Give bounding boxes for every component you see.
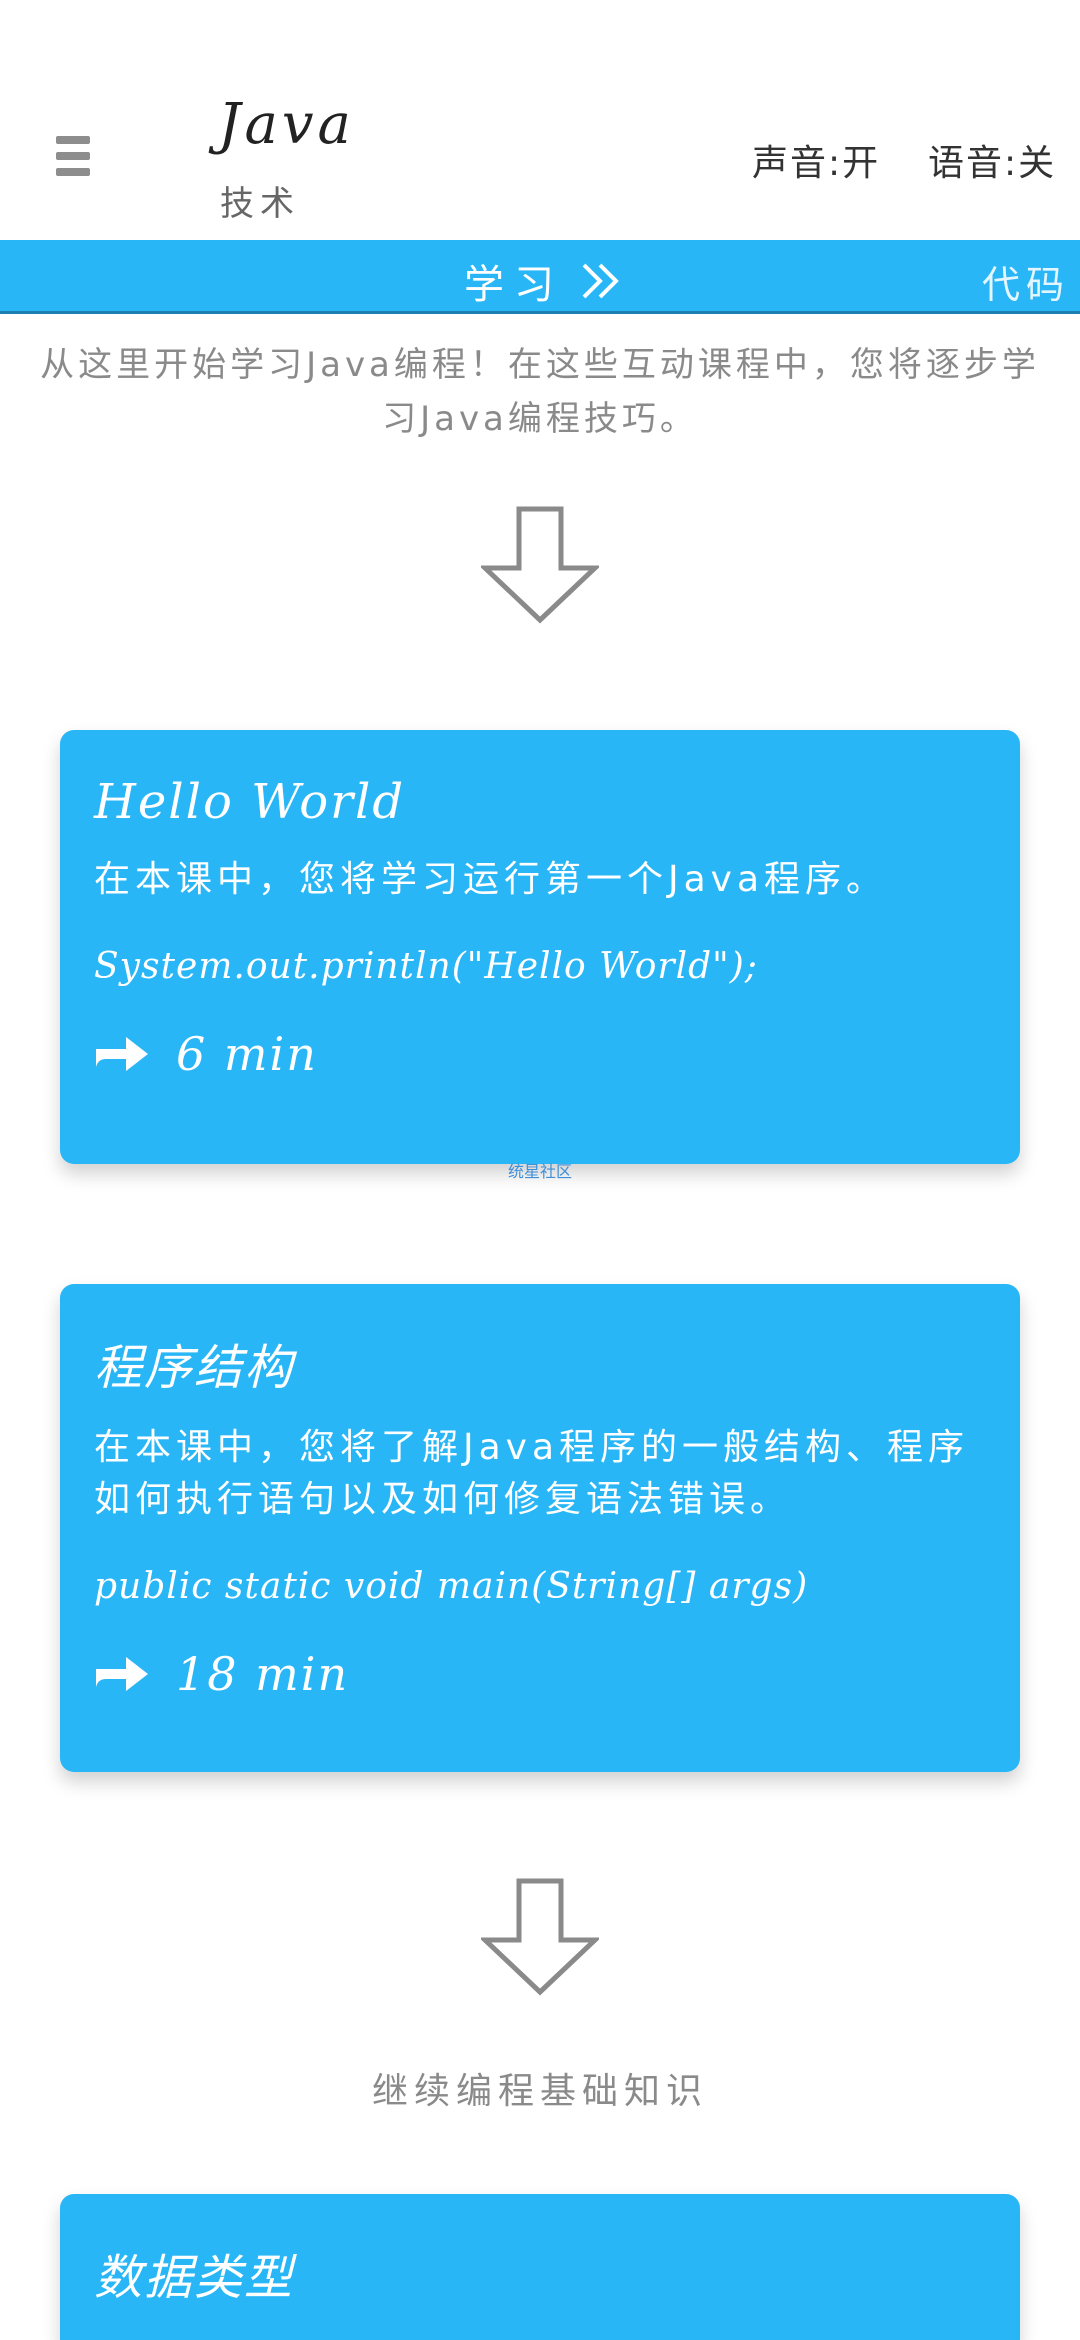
lesson-duration-text: 6 min <box>176 1027 318 1081</box>
lesson-card-data-types[interactable]: 数据类型 <box>60 2194 1020 2340</box>
double-chevron-right-icon <box>582 263 619 299</box>
hamburger-menu-icon[interactable] <box>56 132 92 180</box>
app-subtitle: 技术 <box>220 184 300 224</box>
tab-bar: 学习 代码 <box>0 240 1080 314</box>
lesson-card-program-structure[interactable]: 程序结构 在本课中，您将了解Java程序的一般结构、程序如何执行语句以及如何修复… <box>60 1284 1020 1772</box>
lesson-duration: 6 min <box>94 1027 986 1081</box>
app-header: Java 技术 声音:开 语音:关 <box>0 0 1080 240</box>
sound-toggle[interactable]: 声音:开 <box>752 134 880 186</box>
tab-learn-label: 学习 <box>464 262 564 308</box>
lesson-title: Hello World <box>94 774 406 830</box>
lesson-title: 数据类型 <box>94 2250 295 2306</box>
lesson-description: 在本课中，您将学习运行第一个Java程序。 <box>94 859 888 900</box>
down-arrow-icon <box>481 506 599 624</box>
lesson-description: 在本课中，您将了解Java程序的一般结构、程序如何执行语句以及如何修复语法错误。 <box>94 1427 970 1520</box>
arrow-right-icon <box>96 1657 148 1691</box>
down-arrow-icon <box>481 1878 599 1996</box>
lesson-duration: 18 min <box>94 1647 986 1701</box>
lesson-title: 程序结构 <box>94 1340 295 1396</box>
arrow-right-icon <box>96 1037 148 1071</box>
voice-toggle[interactable]: 语音:关 <box>928 134 1056 186</box>
tab-code[interactable]: 代码 <box>982 254 1070 309</box>
section-heading: 继续编程基础知识 <box>371 2071 708 2112</box>
intro-text: 从这里开始学习Java编程！在这些互动课程中，您将逐步学习Java编程技巧。 <box>40 345 1040 439</box>
tab-learn[interactable]: 学习 <box>464 252 624 310</box>
lesson-code-sample: public static void main(String[] args) <box>94 1566 809 1607</box>
watermark: 统星社区 <box>507 1162 572 1181</box>
lesson-duration-text: 18 min <box>176 1647 350 1701</box>
app-title: Java <box>218 92 355 157</box>
lesson-card-hello-world[interactable]: Hello World 在本课中，您将学习运行第一个Java程序。 System… <box>60 730 1020 1164</box>
lesson-code-sample: System.out.println("Hello World"); <box>94 946 758 987</box>
